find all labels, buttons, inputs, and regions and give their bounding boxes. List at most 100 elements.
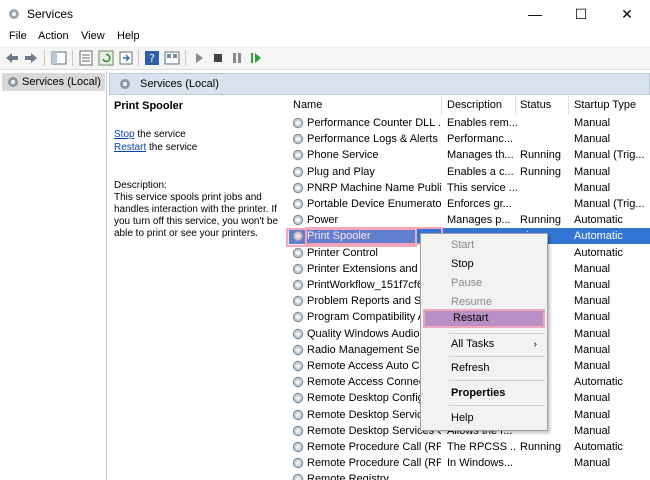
table-cell: Manual xyxy=(574,295,611,308)
menu-item-help[interactable]: Help xyxy=(423,409,545,428)
table-cell: Manual xyxy=(574,165,611,178)
sort-ascending-icon: ⌃ xyxy=(361,96,369,101)
services-panel-header: Services (Local) xyxy=(109,73,650,95)
svg-text:?: ? xyxy=(149,52,155,65)
table-cell: Manual xyxy=(574,408,611,421)
table-cell: Manual xyxy=(574,457,611,470)
stop-suffix: the service xyxy=(134,129,186,140)
table-row[interactable]: Portable Device Enumerator... Enforces gr… xyxy=(289,196,650,212)
table-cell: Remote Procedure Call (RPC) xyxy=(307,441,441,453)
table-row[interactable]: Remote Procedure Call (RP... In Windows..… xyxy=(289,455,650,471)
table-cell: Running xyxy=(520,165,561,178)
table-cell: Phone Service xyxy=(307,149,379,162)
service-gear-icon xyxy=(292,344,304,355)
menu-item-all-tasks[interactable]: All Tasks › xyxy=(423,335,545,354)
title-bar: Services — ☐ ✕ xyxy=(0,0,650,28)
table-row[interactable]: Performance Counter DLL ... Enables rem..… xyxy=(289,115,650,131)
table-cell: Manual xyxy=(574,279,611,291)
export-list-icon[interactable] xyxy=(118,50,134,66)
column-header-status[interactable]: Status xyxy=(520,99,551,111)
table-row[interactable]: Remote Procedure Call (RPC) The RPCSS ...… xyxy=(289,439,650,455)
column-header-description[interactable]: Description xyxy=(447,99,502,111)
table-row[interactable]: PNRP Machine Name Publi... This service .… xyxy=(289,180,650,196)
forward-arrow-icon[interactable] xyxy=(23,50,39,66)
name-highlight xyxy=(286,228,417,247)
table-cell: Manual xyxy=(574,424,611,437)
help-icon[interactable]: ? xyxy=(144,50,160,66)
stop-service-icon[interactable] xyxy=(210,50,226,66)
panel-title: Services (Local) xyxy=(140,78,219,90)
table-row[interactable]: Power Manages p... Running Automatic xyxy=(289,212,650,228)
menu-file[interactable]: File xyxy=(9,30,27,42)
table-cell: Performance Logs & Alerts xyxy=(307,133,438,146)
table-row[interactable]: Remote Registry xyxy=(289,471,650,480)
table-cell: Manages p... xyxy=(447,214,511,227)
menu-view[interactable]: View xyxy=(81,30,105,42)
refresh-icon[interactable] xyxy=(98,50,114,66)
table-row[interactable]: Performance Logs & Alerts Performanc... Ma… xyxy=(289,131,650,147)
table-cell: Enforces gr... xyxy=(447,198,512,210)
menu-action[interactable]: Action xyxy=(38,30,69,42)
all-tasks-label: All Tasks xyxy=(451,338,495,350)
services-gear-icon xyxy=(120,79,130,89)
table-cell: Plug and Play xyxy=(307,165,375,178)
restart-suffix: the service xyxy=(146,142,198,153)
service-gear-icon xyxy=(292,312,304,323)
table-cell: Automatic xyxy=(574,214,623,227)
table-cell: Manual xyxy=(574,311,611,324)
service-gear-icon xyxy=(292,295,304,307)
stop-link[interactable]: Stop xyxy=(114,129,135,140)
table-cell: Automatic xyxy=(574,376,623,389)
table-cell: Manual (Trig... xyxy=(574,198,645,210)
menu-item-start[interactable]: Start xyxy=(423,236,545,255)
table-row[interactable]: Plug and Play Enables a c... Running Manual xyxy=(289,164,650,180)
table-cell: Running xyxy=(520,149,561,162)
menu-item-restart[interactable]: Restart xyxy=(423,309,545,328)
window-title: Services xyxy=(27,7,74,21)
service-gear-icon xyxy=(292,150,304,161)
menu-bar: File Action View Help xyxy=(0,28,650,46)
context-menu: Start Stop Pause Resume Restart All Task… xyxy=(420,233,548,431)
menu-item-stop[interactable]: Stop xyxy=(423,255,545,274)
table-cell: Performance Counter DLL ... xyxy=(307,117,441,129)
maximize-button[interactable]: ☐ xyxy=(558,0,604,28)
submenu-arrow-icon: › xyxy=(533,339,537,350)
start-service-icon[interactable] xyxy=(191,50,207,66)
service-gear-icon xyxy=(292,263,304,274)
menu-help[interactable]: Help xyxy=(117,30,140,42)
column-header-name[interactable]: Name xyxy=(293,99,322,111)
back-arrow-icon[interactable] xyxy=(4,50,20,66)
show-tree-icon[interactable] xyxy=(51,50,67,66)
description-text: This service spools print jobs and handl… xyxy=(114,192,279,239)
tree-item-services-local[interactable]: Services (Local) xyxy=(2,73,105,91)
minimize-button[interactable]: — xyxy=(512,0,558,28)
table-cell: Manual xyxy=(574,117,611,129)
column-header-startup-type[interactable]: Startup Type xyxy=(574,99,636,111)
service-gear-icon xyxy=(292,133,304,145)
service-gear-icon xyxy=(292,328,304,339)
service-gear-icon xyxy=(292,393,304,404)
view-icon[interactable] xyxy=(164,50,180,66)
service-gear-icon xyxy=(292,409,304,420)
service-gear-icon xyxy=(292,247,304,258)
pause-service-icon[interactable] xyxy=(229,50,245,66)
close-button[interactable]: ✕ xyxy=(604,0,650,28)
table-cell: Manual xyxy=(574,262,611,275)
table-cell: Manual (Trig... xyxy=(574,149,645,162)
properties-sheet-icon[interactable] xyxy=(78,50,94,66)
service-gear-icon xyxy=(292,214,304,226)
table-cell: Automatic xyxy=(574,230,623,243)
menu-item-properties[interactable]: Properties xyxy=(423,384,545,403)
console-tree: Services (Local) xyxy=(0,71,107,480)
table-cell: Manual xyxy=(574,133,611,146)
menu-item-pause[interactable]: Pause xyxy=(423,274,545,293)
list-header: ⌃ Name Description Status Startup Type xyxy=(289,96,650,115)
table-cell: Automatic xyxy=(574,441,623,453)
menu-item-refresh[interactable]: Refresh xyxy=(423,359,545,378)
table-cell: The RPCSS ... xyxy=(447,441,517,453)
restart-link[interactable]: Restart xyxy=(114,142,146,153)
table-row[interactable]: Phone Service Manages th... Running Manual … xyxy=(289,147,650,163)
services-gear-icon xyxy=(8,77,18,87)
restart-service-icon[interactable] xyxy=(248,50,264,66)
service-gear-icon xyxy=(292,376,304,388)
